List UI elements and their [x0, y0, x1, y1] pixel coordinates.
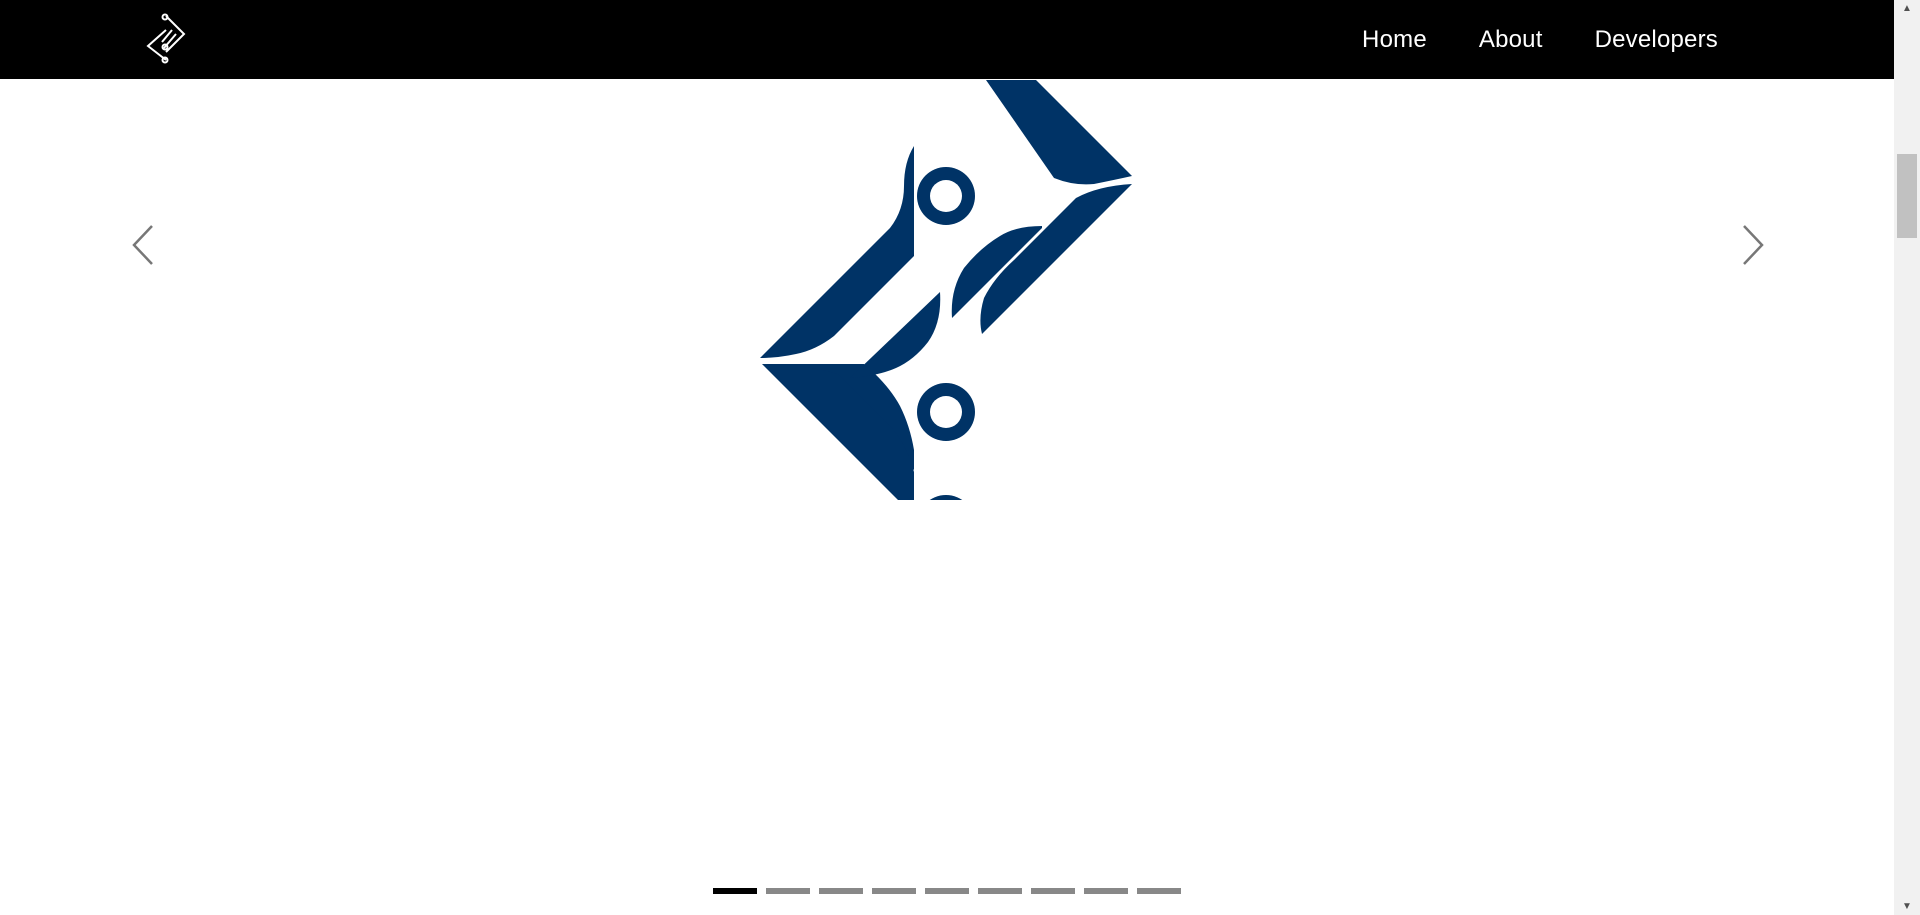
- carousel-next-button[interactable]: [1738, 222, 1768, 268]
- page: Home About Developers: [0, 0, 1894, 915]
- carousel-indicator-5[interactable]: [925, 888, 969, 894]
- carousel-indicator-8[interactable]: [1084, 888, 1128, 894]
- carousel-indicator-3[interactable]: [819, 888, 863, 894]
- vertical-scrollbar[interactable]: ▲ ▼: [1894, 0, 1920, 915]
- nav-link-home[interactable]: Home: [1362, 26, 1427, 54]
- nav-link-developers[interactable]: Developers: [1595, 26, 1718, 54]
- carousel-indicator-6[interactable]: [978, 888, 1022, 894]
- scrollbar-thumb[interactable]: [1897, 154, 1917, 238]
- carousel-indicator-4[interactable]: [872, 888, 916, 894]
- chevron-left-icon: [132, 225, 153, 265]
- nav-links: Home About Developers: [1362, 0, 1718, 79]
- carousel-indicator-7[interactable]: [1031, 888, 1075, 894]
- top-navbar: Home About Developers: [0, 0, 1894, 79]
- nav-link-about[interactable]: About: [1479, 26, 1543, 54]
- carousel-indicator-9[interactable]: [1137, 888, 1181, 894]
- carousel-indicator-1[interactable]: [713, 888, 757, 894]
- chip-diamond-logo-icon: [760, 80, 1132, 500]
- scroll-up-arrow-icon[interactable]: ▲: [1894, 0, 1920, 17]
- chevron-right-icon: [1743, 225, 1764, 265]
- carousel-indicators: [713, 888, 1181, 894]
- carousel-prev-button[interactable]: [128, 222, 158, 268]
- scroll-down-arrow-icon[interactable]: ▼: [1894, 898, 1920, 915]
- chip-diamond-logo-icon[interactable]: [140, 12, 192, 64]
- carousel-indicator-2[interactable]: [766, 888, 810, 894]
- hero-carousel: [0, 0, 1894, 915]
